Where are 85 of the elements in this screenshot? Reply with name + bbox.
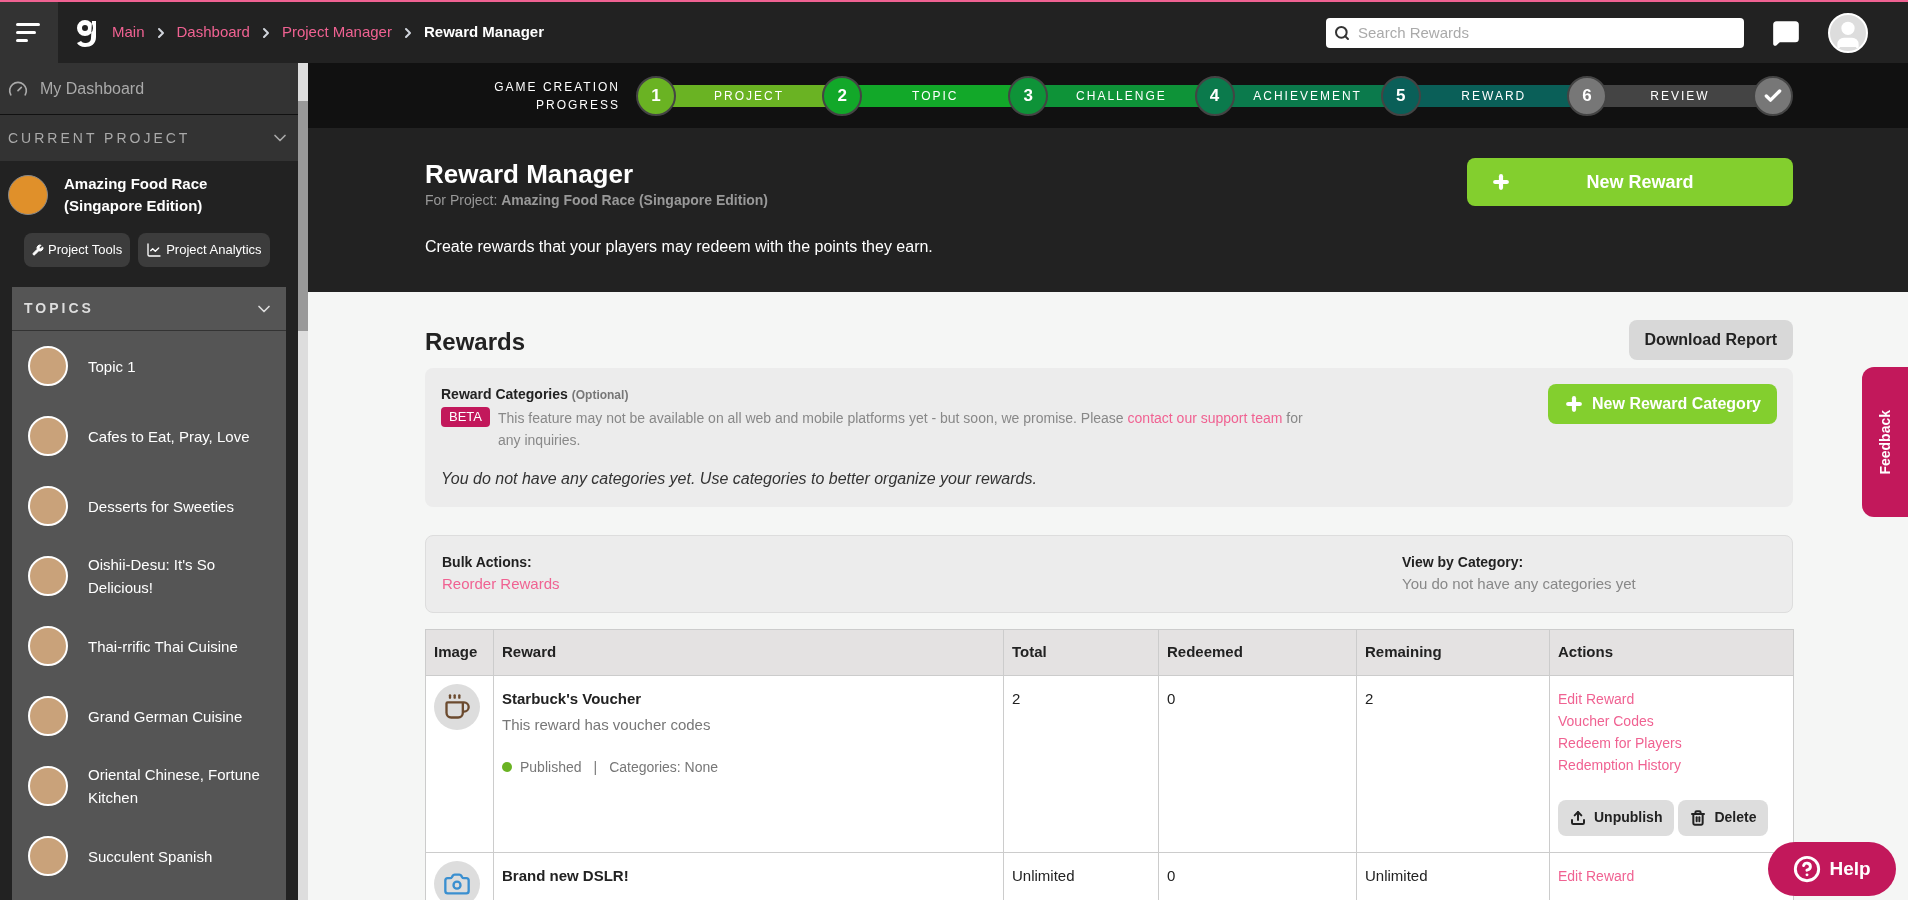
- column-header: Reward: [493, 629, 1004, 675]
- bulk-label: Bulk Actions:: [442, 553, 533, 572]
- project-button[interactable]: Project Tools: [24, 233, 131, 267]
- trash-icon: [1690, 809, 1707, 826]
- help-icon: [1793, 855, 1822, 883]
- upload-icon: [1570, 809, 1586, 826]
- empty-categories-message: You do not have any categories yet. Use categories to better organize your rewards.: [441, 469, 1038, 489]
- breadcrumb-link[interactable]: Dashboard: [176, 21, 250, 44]
- action-button[interactable]: Unpublish: [1558, 799, 1675, 836]
- view-label: View by Category:: [1402, 553, 1525, 572]
- reward-name: Starbuck's Voucher: [502, 688, 643, 709]
- dashboard-link[interactable]: My Dashboard: [0, 63, 298, 115]
- progress-title: GAME CREATION PROGRESS: [493, 78, 620, 114]
- action-link[interactable]: Edit Reward: [1558, 687, 1635, 710]
- search-icon: [1334, 24, 1350, 41]
- menu-button[interactable]: [0, 2, 58, 63]
- table-cell: 2: [1356, 675, 1550, 852]
- avatar[interactable]: [1828, 12, 1868, 53]
- breadcrumb-link[interactable]: Reward Manager: [423, 21, 544, 44]
- feedback-tab[interactable]: Feedback: [1862, 367, 1908, 517]
- check-icon: [1753, 75, 1794, 116]
- separator: |: [592, 757, 599, 777]
- reward-image: [434, 683, 480, 730]
- breadcrumb-link[interactable]: Project Manager: [281, 21, 392, 44]
- column-header: Total: [1003, 629, 1159, 675]
- project-image: [8, 175, 48, 215]
- project-subtitle: For Project: Amazing Food Race (Singapore Edition): [425, 191, 770, 210]
- section-header[interactable]: CURRENT PROJECT: [0, 115, 298, 161]
- topic-item[interactable]: Thai-rrific Thai Cuisine: [12, 611, 286, 681]
- beta-badge: BETA: [441, 407, 490, 427]
- status-label: Published: [520, 757, 582, 777]
- scrollbar[interactable]: [298, 63, 308, 900]
- view-value: You do not have any categories yet: [1402, 574, 1636, 594]
- categories-label: Categories: None: [609, 757, 719, 777]
- step-bar: TOPIC: [858, 84, 1013, 107]
- table-cell: 2: [1003, 675, 1159, 852]
- step-number[interactable]: 2: [822, 75, 863, 116]
- plus-icon: [1564, 394, 1585, 414]
- step-bar: REVIEW: [1602, 84, 1758, 107]
- action-button[interactable]: Delete: [1678, 799, 1769, 836]
- action-link[interactable]: Edit Reward: [1558, 864, 1635, 887]
- column-header: Actions: [1549, 629, 1794, 675]
- column-header: Redeemed: [1158, 629, 1357, 675]
- line-chart-icon: [146, 242, 163, 258]
- topic-item[interactable]: Desserts for Sweeties: [12, 471, 286, 541]
- wrench-icon: [32, 244, 44, 256]
- step-number[interactable]: 4: [1194, 75, 1235, 116]
- download-button[interactable]: Download Report: [1628, 320, 1793, 360]
- topic-item[interactable]: Succulent Spanish: [12, 821, 286, 891]
- page-title: Reward Manager: [425, 158, 635, 190]
- step-number[interactable]: 5: [1380, 75, 1421, 116]
- section-header[interactable]: TOPICS: [12, 287, 286, 331]
- step-number[interactable]: 3: [1008, 75, 1049, 116]
- help-button[interactable]: Help: [1768, 842, 1896, 896]
- topic-item[interactable]: Grand German Cuisine: [12, 681, 286, 751]
- step-bar: CHALLENGE: [1044, 84, 1199, 107]
- action-link[interactable]: Redeem for Players: [1558, 731, 1682, 754]
- step-number[interactable]: 6: [1566, 75, 1607, 116]
- step-bar: REWARD: [1416, 84, 1571, 107]
- action-link[interactable]: Voucher Codes: [1558, 709, 1654, 732]
- categories-title: Reward Categories: [441, 386, 568, 402]
- action-link[interactable]: Redemption History: [1558, 753, 1681, 776]
- section-title: Rewards: [425, 327, 526, 357]
- breadcrumb-link[interactable]: Main: [112, 21, 145, 44]
- page-description: Create rewards that your players may redeem with the points they earn.: [425, 237, 933, 257]
- topic-item[interactable]: Cafes to Eat, Pray, Love: [12, 401, 286, 471]
- topic-item[interactable]: Oishii-Desu: It's So Delicious!: [12, 541, 286, 611]
- reward-image: [434, 860, 480, 900]
- optional-label: (Optional): [571, 388, 629, 402]
- step-bar: ACHIEVEMENT: [1230, 84, 1385, 107]
- column-header: Remaining: [1356, 629, 1550, 675]
- topic-item[interactable]: Oriental Chinese, Fortune Kitchen: [12, 751, 286, 821]
- reward-name: Brand new DSLR!: [502, 865, 630, 886]
- column-header: Image: [425, 629, 494, 675]
- step-bar: PROJECT: [672, 84, 827, 107]
- project-name: Amazing Food Race (Singapore Edition): [64, 174, 209, 216]
- plus-icon: [1491, 172, 1511, 192]
- chat-icon[interactable]: [1772, 18, 1800, 47]
- beta-notice: This feature may not be available on all web and mobile platforms yet - but soon, we promise. Please contact our support team for any inquiries.: [498, 409, 1304, 450]
- search-field[interactable]: Search Rewards: [1326, 17, 1744, 48]
- reward-description: This reward has voucher codes: [502, 715, 712, 735]
- project-button[interactable]: Project Analytics: [138, 233, 270, 267]
- topic-item[interactable]: Topic 1: [12, 331, 286, 401]
- logo-icon: [74, 17, 96, 48]
- table-cell: 0: [1158, 675, 1357, 852]
